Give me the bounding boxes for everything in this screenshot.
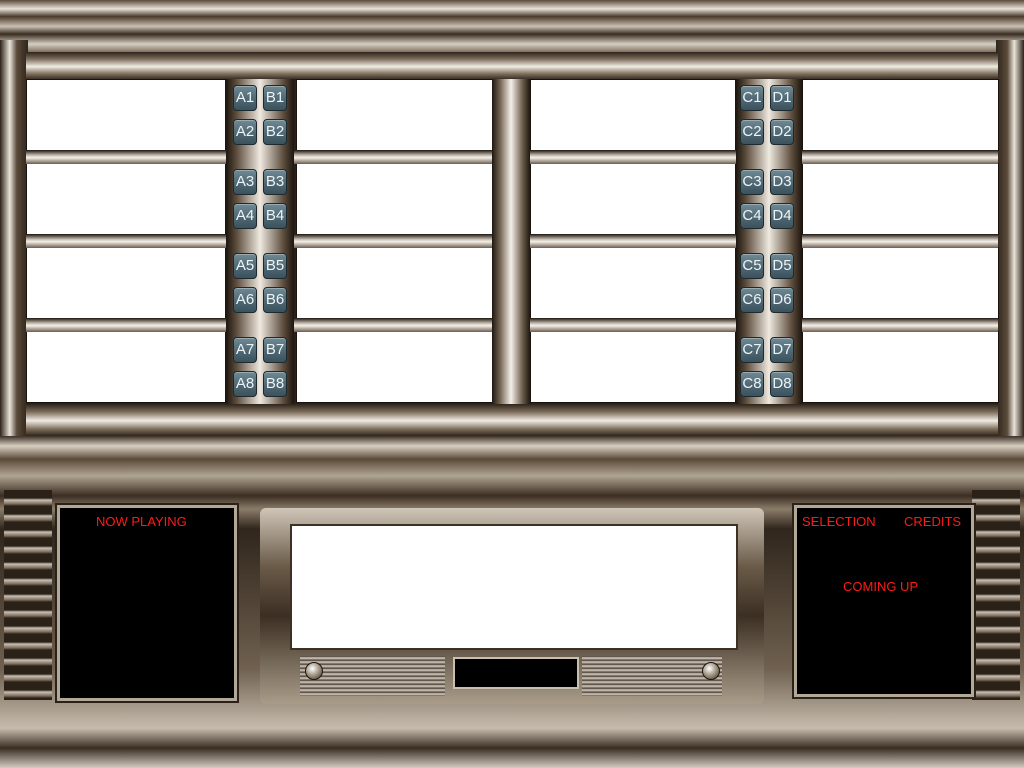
selection-button-b5[interactable]: B5: [263, 253, 287, 279]
title-slip[interactable]: [530, 331, 736, 403]
selection-button-c5[interactable]: C5: [740, 253, 764, 279]
selection-button-a8[interactable]: A8: [233, 371, 257, 397]
title-slip[interactable]: [26, 247, 226, 319]
selection-button-c8[interactable]: C8: [740, 371, 764, 397]
board-bottom-rail: [26, 404, 998, 436]
bottom-grill-right: [582, 656, 722, 696]
title-slip[interactable]: [26, 331, 226, 403]
jukebox-window: A1 A2 A3 A4 A5 A6 A7 A8 B1 B2 B3 B4 B5 B6 B7 B8 C1 C2 C3 C4…: [0, 0, 1024, 768]
selection-button-c1[interactable]: C1: [740, 85, 764, 111]
center-post: [492, 79, 530, 404]
selection-code-display: [453, 657, 579, 689]
title-slip[interactable]: [296, 247, 493, 319]
selection-button-d4[interactable]: D4: [770, 203, 794, 229]
selection-button-d7[interactable]: D7: [770, 337, 794, 363]
selection-label: SELECTION: [802, 514, 876, 529]
title-slip[interactable]: [802, 163, 999, 235]
now-playing-label: NOW PLAYING: [96, 514, 187, 529]
board-top-rail: [26, 52, 998, 80]
selection-button-d6[interactable]: D6: [770, 287, 794, 313]
selection-button-b3[interactable]: B3: [263, 169, 287, 195]
title-slip[interactable]: [802, 247, 999, 319]
selection-button-a4[interactable]: A4: [233, 203, 257, 229]
title-slip[interactable]: [530, 79, 736, 151]
selection-button-b2[interactable]: B2: [263, 119, 287, 145]
selection-button-b8[interactable]: B8: [263, 371, 287, 397]
selection-button-c2[interactable]: C2: [740, 119, 764, 145]
title-slip[interactable]: [296, 163, 493, 235]
title-slip[interactable]: [530, 247, 736, 319]
right-knob-icon[interactable]: [702, 662, 720, 680]
title-slip[interactable]: [802, 331, 999, 403]
selection-button-a1[interactable]: A1: [233, 85, 257, 111]
title-slip[interactable]: [530, 163, 736, 235]
selection-button-d2[interactable]: D2: [770, 119, 794, 145]
selection-button-d5[interactable]: D5: [770, 253, 794, 279]
left-chrome-trim: [0, 40, 28, 440]
left-knob-icon[interactable]: [305, 662, 323, 680]
selection-button-d8[interactable]: D8: [770, 371, 794, 397]
selection-button-a5[interactable]: A5: [233, 253, 257, 279]
title-slip[interactable]: [26, 163, 226, 235]
selection-button-c6[interactable]: C6: [740, 287, 764, 313]
now-playing-screen: NOW PLAYING: [57, 505, 237, 701]
song-info-display: [290, 524, 738, 650]
selection-button-a7[interactable]: A7: [233, 337, 257, 363]
right-grill: [972, 490, 1020, 700]
selection-button-b1[interactable]: B1: [263, 85, 287, 111]
coming-up-label: COMING UP: [843, 579, 919, 594]
right-chrome-trim: [996, 40, 1024, 440]
selection-button-c7[interactable]: C7: [740, 337, 764, 363]
bottom-grill-left: [300, 656, 445, 696]
title-slip[interactable]: [296, 331, 493, 403]
selection-button-b6[interactable]: B6: [263, 287, 287, 313]
selection-button-a3[interactable]: A3: [233, 169, 257, 195]
selection-button-c4[interactable]: C4: [740, 203, 764, 229]
selection-button-a2[interactable]: A2: [233, 119, 257, 145]
title-slip[interactable]: [296, 79, 493, 151]
title-slip[interactable]: [802, 79, 999, 151]
selection-board: A1 A2 A3 A4 A5 A6 A7 A8 B1 B2 B3 B4 B5 B6 B7 B8 C1 C2 C3 C4…: [26, 79, 999, 404]
selection-button-b7[interactable]: B7: [263, 337, 287, 363]
selection-button-d3[interactable]: D3: [770, 169, 794, 195]
title-slip[interactable]: [26, 79, 226, 151]
queue-screen: SELECTION CREDITS COMING UP: [794, 505, 974, 697]
selection-button-a6[interactable]: A6: [233, 287, 257, 313]
selection-button-b4[interactable]: B4: [263, 203, 287, 229]
credits-label: CREDITS: [904, 514, 962, 529]
top-chrome-trim: [0, 0, 1024, 55]
left-grill: [4, 490, 52, 700]
selection-button-d1[interactable]: D1: [770, 85, 794, 111]
selection-button-c3[interactable]: C3: [740, 169, 764, 195]
